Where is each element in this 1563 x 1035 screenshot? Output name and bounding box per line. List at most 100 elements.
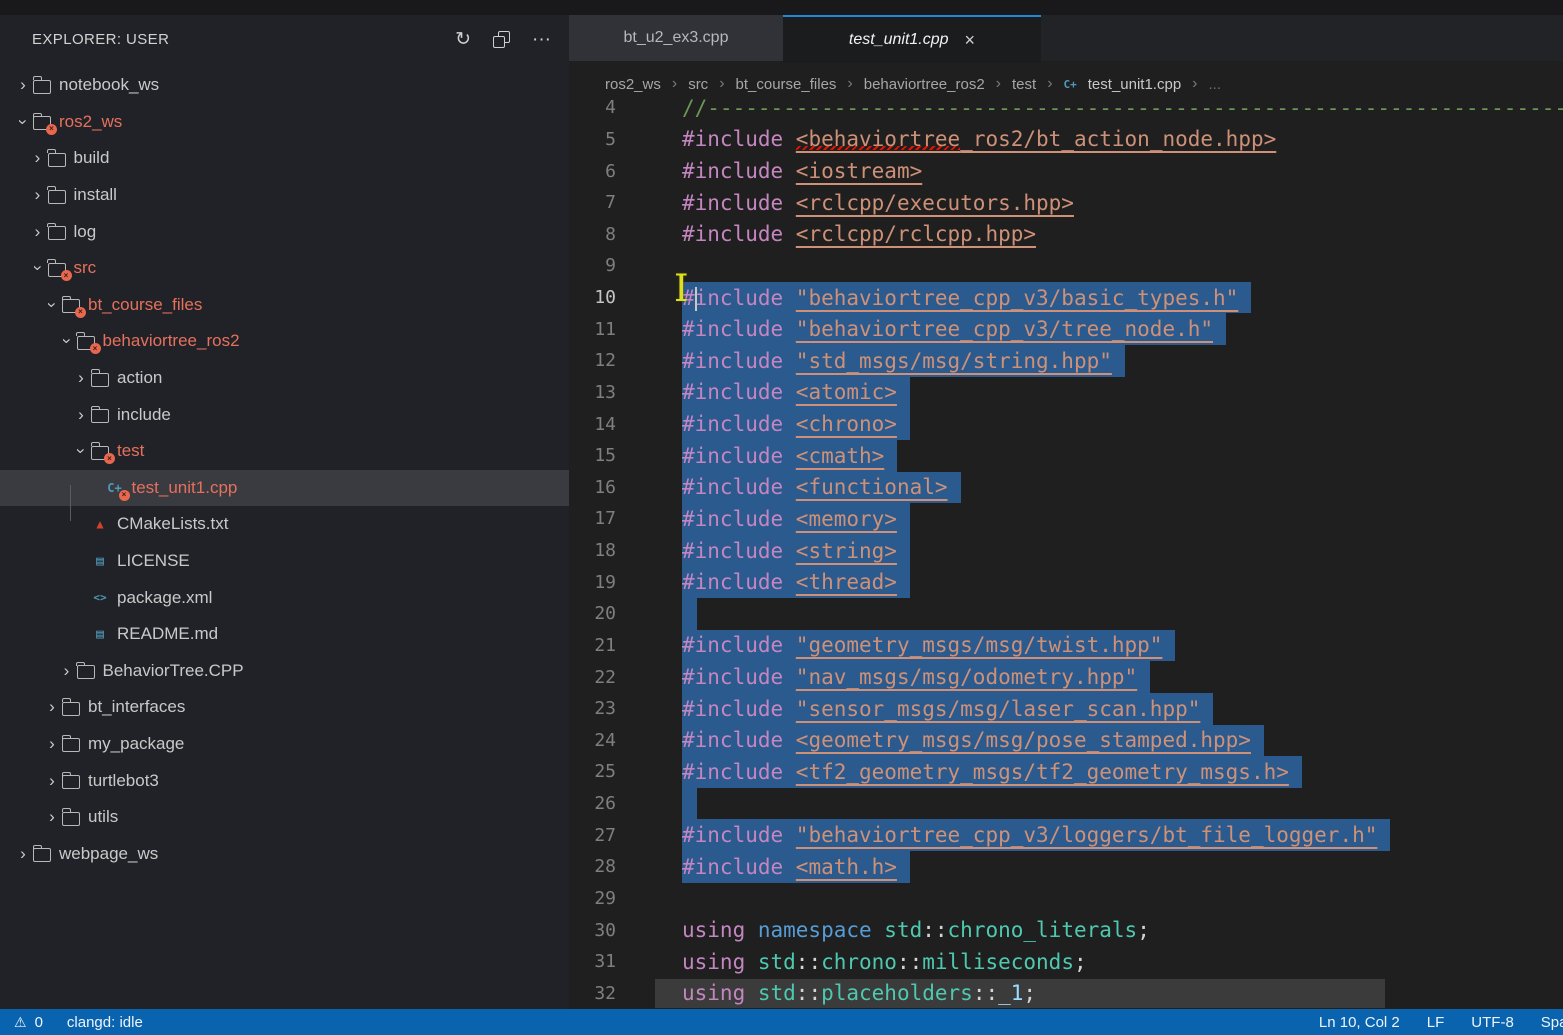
code-line-13[interactable]: 13#include <atomic> <box>569 377 1563 409</box>
code-line-25[interactable]: 25#include <tf2_geometry_msgs/tf2_geomet… <box>569 756 1563 788</box>
code-line-14[interactable]: 14#include <chrono> <box>569 408 1563 440</box>
chevron-down-icon[interactable]: › <box>28 259 48 277</box>
chevron-right-icon[interactable]: › <box>29 148 47 168</box>
tree-item-CMakeLists.txt[interactable]: ›▲CMakeLists.txt <box>0 506 569 543</box>
tree-item-include[interactable]: ›include <box>0 396 569 433</box>
chevron-right-icon[interactable]: › <box>72 368 90 388</box>
code-line-text: using namespace std::chrono_literals; <box>682 914 1150 946</box>
code-line-31[interactable]: 31using std::chrono::milliseconds; <box>569 946 1563 978</box>
chevron-right-icon[interactable]: › <box>29 185 47 205</box>
collapse-all-icon[interactable] <box>493 31 510 48</box>
code-token: ; <box>1074 950 1087 974</box>
file-iconbox: ▤ <box>90 552 110 570</box>
chevron-right-icon[interactable]: › <box>29 222 47 242</box>
code-line-23[interactable]: 23#include "sensor_msgs/msg/laser_scan.h… <box>569 693 1563 725</box>
tree-item-build[interactable]: ›build <box>0 140 569 177</box>
folder-iconbox <box>90 406 110 424</box>
code-line-26[interactable]: 26 <box>569 788 1563 820</box>
code-line-9[interactable]: 9 <box>569 250 1563 282</box>
tree-item-package.xml[interactable]: ›<>package.xml <box>0 579 569 616</box>
code-line-30[interactable]: 30using namespace std::chrono_literals; <box>569 914 1563 946</box>
tree-item-bt_interfaces[interactable]: ›bt_interfaces <box>0 689 569 726</box>
breadcrumb-separator-icon: › <box>1047 75 1052 93</box>
tree-item-install[interactable]: ›install <box>0 177 569 214</box>
chevron-right-icon[interactable]: › <box>14 75 32 95</box>
tree-item-action[interactable]: ›action <box>0 360 569 397</box>
line-number: 32 <box>569 978 616 1010</box>
code-line-28[interactable]: 28#include <math.h> <box>569 851 1563 883</box>
tree-item-my_package[interactable]: ›my_package <box>0 726 569 763</box>
chevron-down-icon[interactable]: › <box>42 296 62 314</box>
code-line-6[interactable]: 6#include <iostream> <box>569 155 1563 187</box>
code-line-24[interactable]: 24#include <geometry_msgs/msg/pose_stamp… <box>569 725 1563 757</box>
breadcrumb-item-ros2_ws[interactable]: ros2_ws <box>605 76 661 93</box>
code-line-20[interactable]: 20 <box>569 598 1563 630</box>
code-line-27[interactable]: 27#include "behaviortree_cpp_v3/loggers/… <box>569 819 1563 851</box>
status-item-ln-10-col-2[interactable]: Ln 10, Col 2 <box>1319 1014 1400 1031</box>
code-token: #include <box>682 728 796 752</box>
chevron-right-icon[interactable]: › <box>43 771 61 791</box>
tree-item-utils[interactable]: ›utils <box>0 799 569 836</box>
breadcrumb-item-test[interactable]: test <box>1012 76 1036 93</box>
breadcrumb-item-test_unit1.cpp[interactable]: test_unit1.cpp <box>1088 76 1181 93</box>
tree-item-BehaviorTree.CPP[interactable]: ›BehaviorTree.CPP <box>0 653 569 690</box>
breadcrumb-item-bt_course_files[interactable]: bt_course_files <box>736 76 837 93</box>
status-item-lf[interactable]: LF <box>1427 1014 1445 1031</box>
code-token: #include <box>682 412 796 436</box>
code-line-17[interactable]: 17#include <memory> <box>569 503 1563 535</box>
code-line-10[interactable]: 10#include "behaviortree_cpp_v3/basic_ty… <box>569 282 1563 314</box>
code-line-8[interactable]: 8#include <rclcpp/rclcpp.hpp> <box>569 219 1563 251</box>
code-line-29[interactable]: 29 <box>569 883 1563 915</box>
code-line-7[interactable]: 7#include <rclcpp/executors.hpp> <box>569 187 1563 219</box>
chevron-right-icon[interactable]: › <box>43 807 61 827</box>
code-token: <thread> <box>796 570 897 594</box>
status-item-spac[interactable]: Spac <box>1541 1014 1563 1031</box>
tree-item-README.md[interactable]: ›▤README.md <box>0 616 569 653</box>
tree-item-src[interactable]: ›×src <box>0 250 569 287</box>
line-number: 10 <box>569 282 616 314</box>
breadcrumb-item-behaviortree_ros2[interactable]: behaviortree_ros2 <box>864 76 985 93</box>
chevron-down-icon[interactable]: › <box>71 442 91 460</box>
code-line-16[interactable]: 16#include <functional> <box>569 472 1563 504</box>
code-line-32[interactable]: 32using std::placeholders::_1; <box>569 978 1563 1010</box>
code-line-4[interactable]: 4//-------------------------------------… <box>569 92 1563 124</box>
code-line-12[interactable]: 12#include "std_msgs/msg/string.hpp" <box>569 345 1563 377</box>
tree-item-LICENSE[interactable]: ›▤LICENSE <box>0 543 569 580</box>
tree-item-test[interactable]: ›×test <box>0 433 569 470</box>
close-icon[interactable]: × <box>965 30 976 51</box>
line-number: 7 <box>569 187 616 219</box>
chevron-right-icon[interactable]: › <box>58 661 76 681</box>
code-line-15[interactable]: 15#include <cmath> <box>569 440 1563 472</box>
breadcrumb-more[interactable]: ... <box>1209 76 1222 93</box>
code-token: #include <box>682 665 796 689</box>
tab-test_unit1.cpp[interactable]: test_unit1.cpp× <box>783 15 1041 63</box>
tree-item-behaviortree_ros2[interactable]: ›×behaviortree_ros2 <box>0 323 569 360</box>
chevron-right-icon[interactable]: › <box>43 734 61 754</box>
status-item-utf-8[interactable]: UTF-8 <box>1471 1014 1514 1031</box>
code-line-22[interactable]: 22#include "nav_msgs/msg/odometry.hpp" <box>569 661 1563 693</box>
chevron-right-icon[interactable]: › <box>14 844 32 864</box>
code-area[interactable]: 4//-------------------------------------… <box>569 92 1563 1009</box>
tree-item-notebook_ws[interactable]: ›notebook_ws <box>0 67 569 104</box>
tree-item-ros2_ws[interactable]: ›×ros2_ws <box>0 104 569 141</box>
code-line-text: #include <rclcpp/rclcpp.hpp> <box>682 219 1036 251</box>
chevron-right-icon[interactable]: › <box>72 405 90 425</box>
tree-item-test_unit1.cpp[interactable]: ›C+×test_unit1.cpp <box>0 470 569 507</box>
breadcrumb-item-src[interactable]: src <box>688 76 708 93</box>
refresh-icon[interactable]: ↻ <box>455 30 471 49</box>
tree-item-log[interactable]: ›log <box>0 213 569 250</box>
code-line-5[interactable]: 5#include <behaviortree_ros2/bt_action_n… <box>569 124 1563 156</box>
code-line-11[interactable]: 11#include "behaviortree_cpp_v3/tree_nod… <box>569 313 1563 345</box>
code-line-21[interactable]: 21#include "geometry_msgs/msg/twist.hpp" <box>569 630 1563 662</box>
more-actions-icon[interactable]: ··· <box>532 30 551 49</box>
chevron-down-icon[interactable]: › <box>57 332 77 350</box>
tree-item-turtlebot3[interactable]: ›turtlebot3 <box>0 762 569 799</box>
tree-item-bt_course_files[interactable]: ›×bt_course_files <box>0 287 569 324</box>
chevron-down-icon[interactable]: › <box>13 113 33 131</box>
tree-item-webpage_ws[interactable]: ›webpage_ws <box>0 835 569 872</box>
code-line-19[interactable]: 19#include <thread> <box>569 566 1563 598</box>
status-left[interactable]: ⚠ 0 clangd: idle <box>14 1014 143 1031</box>
tab-bt_u2_ex3.cpp[interactable]: bt_u2_ex3.cpp <box>569 15 783 61</box>
code-line-18[interactable]: 18#include <string> <box>569 535 1563 567</box>
chevron-right-icon[interactable]: › <box>43 697 61 717</box>
